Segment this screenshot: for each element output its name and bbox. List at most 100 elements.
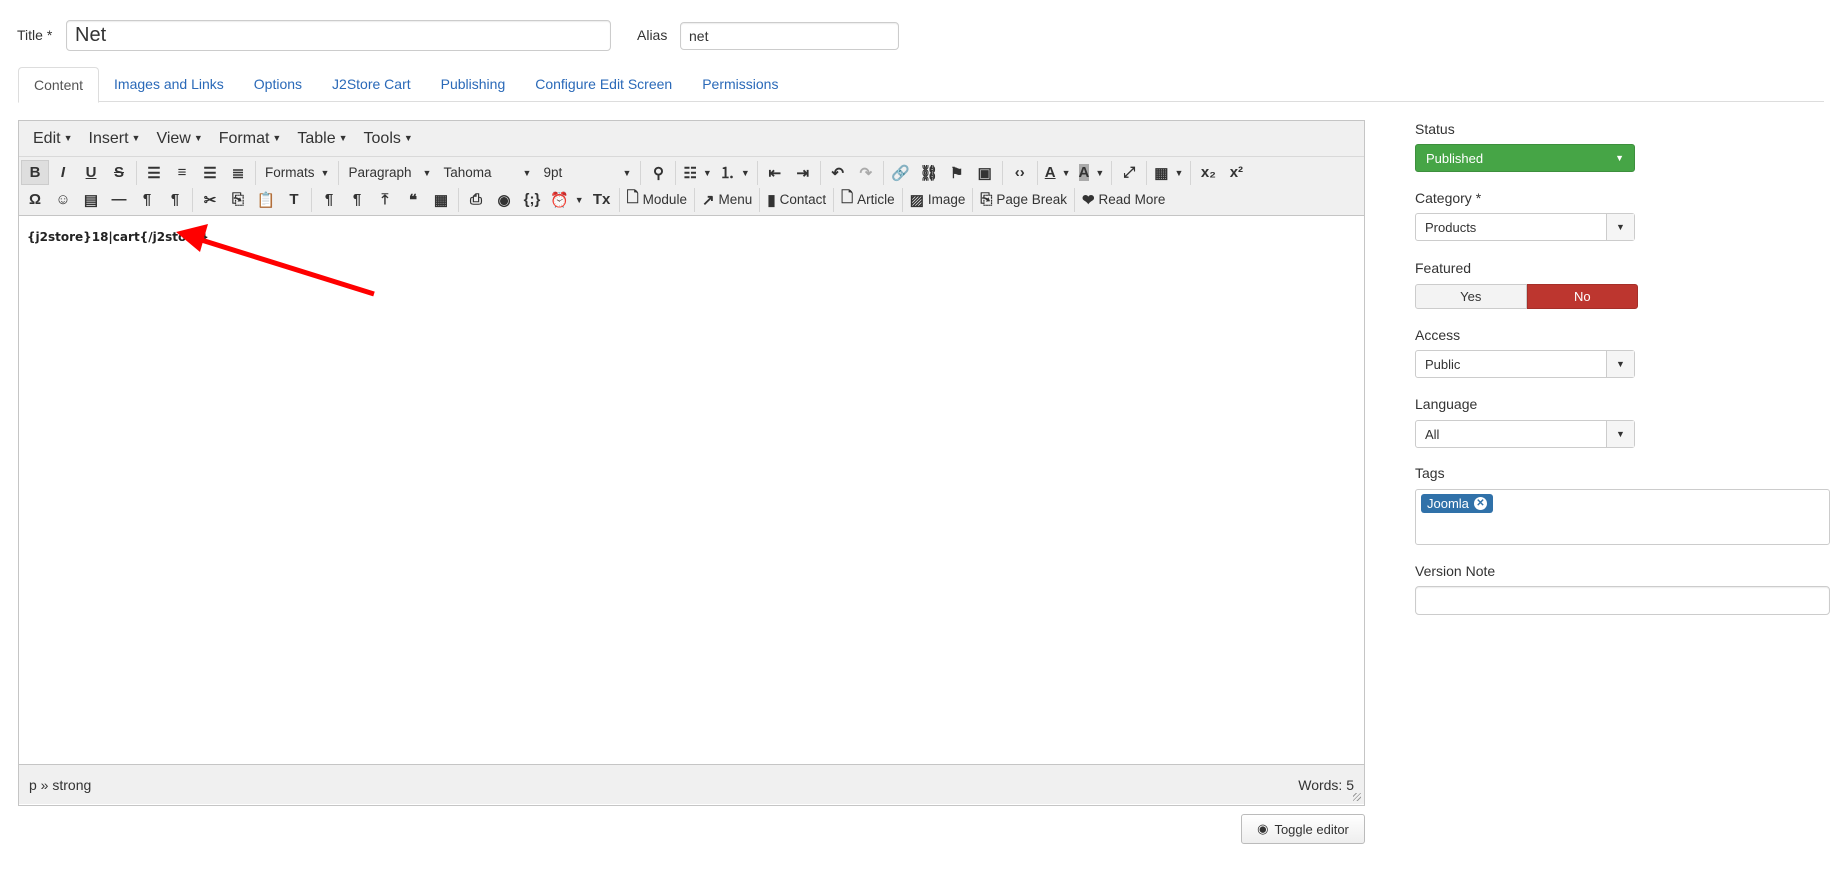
read-more-button[interactable]: ❤ Read More — [1078, 187, 1169, 212]
undo-button[interactable]: ↶ — [824, 160, 852, 185]
tab-publishing[interactable]: Publishing — [426, 67, 521, 102]
caret-down-icon[interactable]: ▼ — [1606, 214, 1634, 240]
menu-tools[interactable]: Tools ▼ — [356, 130, 421, 148]
preview-button[interactable]: ◉ — [490, 187, 518, 212]
clear-formatting-icon: Tx — [592, 191, 611, 208]
editor-menubar: Edit ▼ Insert ▼ View ▼ Format ▼ Table ▼ Tools… — [19, 121, 1364, 157]
underline-button[interactable]: U — [77, 160, 105, 185]
font-family-select[interactable]: Tahoma ▼ — [437, 160, 537, 185]
image-button-button[interactable]: ▨ Image — [906, 187, 970, 212]
tab-configure-edit-screen[interactable]: Configure Edit Screen — [520, 67, 687, 102]
show-blocks-button[interactable]: ¶ — [343, 187, 371, 212]
version-note-input[interactable] — [1415, 586, 1830, 615]
button-label: Contact — [779, 192, 827, 207]
show-invisible-button[interactable]: ¶ — [315, 187, 343, 212]
toggle-editor-button[interactable]: ◉ Toggle editor — [1241, 814, 1365, 844]
horizontal-rule-button[interactable]: — — [105, 187, 133, 212]
arrow-head — [176, 224, 208, 252]
media-button[interactable]: ▤ — [77, 187, 105, 212]
page-break-button[interactable]: ⎘ Page Break — [976, 187, 1071, 212]
caret-down-icon[interactable]: ▼ — [1606, 421, 1634, 447]
anchor-button[interactable]: ⚑ — [943, 160, 971, 185]
menu-edit[interactable]: Edit ▼ — [25, 130, 81, 148]
find-replace-button[interactable]: ⚲ — [644, 160, 672, 185]
align-left-button[interactable]: ☰ — [140, 160, 168, 185]
tab-images-and-links[interactable]: Images and Links — [99, 67, 239, 102]
resize-handle[interactable] — [1353, 793, 1361, 801]
upload-icon: ⤒ — [381, 191, 389, 208]
right-to-left-button[interactable]: ¶ — [161, 187, 189, 212]
bullet-list-button[interactable]: ☷ ▼ — [679, 160, 715, 185]
block-format-select[interactable]: Paragraph ▼ — [342, 160, 437, 185]
special-character-button[interactable]: Ω — [21, 187, 49, 212]
caret-down-icon: ▼ — [131, 133, 141, 144]
tab-j2store-cart[interactable]: J2Store Cart — [317, 67, 426, 102]
text-color-button[interactable]: A ▼ — [1041, 160, 1075, 185]
upload-button[interactable]: ⤒ — [371, 187, 399, 212]
toolbar-separator — [819, 160, 821, 185]
status-select[interactable]: Published ▼ — [1415, 144, 1635, 172]
tab-permissions[interactable]: Permissions — [687, 67, 793, 102]
outdent-button[interactable]: ⇤ — [761, 160, 789, 185]
bold-button[interactable]: B — [21, 160, 49, 185]
font-size-select[interactable]: 9pt ▼ — [537, 160, 637, 185]
background-color-button[interactable]: A ▼ — [1075, 160, 1109, 185]
template-button[interactable]: ▦ — [427, 187, 455, 212]
fullscreen-button[interactable]: ⤢ — [1115, 160, 1143, 185]
paste-button[interactable]: 📋 — [252, 187, 280, 212]
code-sample-button[interactable]: {;} — [518, 187, 546, 212]
link-button[interactable]: 🔗 — [887, 160, 915, 185]
element-path[interactable]: p » strong — [29, 777, 91, 793]
button-label: Image — [927, 192, 966, 207]
language-select[interactable]: All ▼ — [1415, 420, 1635, 448]
featured-no-button[interactable]: No — [1526, 284, 1638, 309]
language-value: All — [1425, 426, 1440, 442]
copy-button[interactable]: ⎘ — [224, 187, 252, 212]
toolbar-separator — [675, 160, 677, 185]
tab-options[interactable]: Options — [239, 67, 317, 102]
alias-input[interactable]: net — [680, 22, 899, 50]
image-button[interactable]: ▣ — [971, 160, 999, 185]
tags-input[interactable]: Joomla ✕ — [1415, 489, 1830, 545]
menu-view[interactable]: View ▼ — [148, 130, 210, 148]
redo-button[interactable]: ↷ — [852, 160, 880, 185]
title-input[interactable]: Net — [66, 20, 611, 51]
tab-content[interactable]: Content — [18, 67, 100, 103]
strikethrough-button[interactable]: S — [105, 160, 133, 185]
align-justify-button[interactable]: ≣ — [224, 160, 252, 185]
clear-formatting-button[interactable]: Tx — [588, 187, 616, 212]
remove-tag-icon[interactable]: ✕ — [1473, 497, 1487, 510]
cut-button[interactable]: ✂ — [196, 187, 224, 212]
source-code-button[interactable]: ‹› — [1006, 160, 1034, 185]
featured-yes-button[interactable]: Yes — [1415, 284, 1527, 309]
blockquote-button[interactable]: ❝ — [399, 187, 427, 212]
contact-button[interactable]: ▮ Contact — [763, 187, 830, 212]
toolbar-separator — [1073, 187, 1075, 212]
category-select[interactable]: Products ▼ — [1415, 213, 1635, 241]
caret-down-icon[interactable]: ▼ — [1606, 351, 1634, 377]
indent-button[interactable]: ⇥ — [789, 160, 817, 185]
menu-format[interactable]: Format ▼ — [211, 130, 290, 148]
numbered-list-button[interactable]: ⒈ ▼ — [716, 160, 754, 185]
emoticons-button[interactable]: ☺ — [49, 187, 77, 212]
superscript-button[interactable]: x² — [1222, 160, 1250, 185]
insert-datetime-button[interactable]: ⏰ ▼ — [546, 187, 588, 212]
align-right-button[interactable]: ☰ — [196, 160, 224, 185]
menu-table[interactable]: Table ▼ — [289, 130, 355, 148]
unlink-button[interactable]: ⛓ — [915, 160, 943, 185]
italic-icon: I — [60, 164, 66, 181]
menu-label: Tools — [363, 129, 401, 147]
left-to-right-button[interactable]: ¶ — [133, 187, 161, 212]
access-select[interactable]: Public ▼ — [1415, 350, 1635, 378]
table-button[interactable]: ▦ ▼ — [1150, 160, 1187, 185]
align-center-button[interactable]: ≡ — [168, 160, 196, 185]
print-button[interactable]: ⎙ — [462, 187, 490, 212]
italic-button[interactable]: I — [49, 160, 77, 185]
paste-text-button[interactable]: T — [280, 187, 308, 212]
module-button[interactable]: 🗋 Module — [623, 187, 691, 212]
subscript-button[interactable]: x₂ — [1194, 160, 1222, 185]
article-button[interactable]: 🗋 Article — [837, 187, 899, 212]
formats-dropdown[interactable]: Formats ▼ — [259, 160, 335, 185]
menu-button[interactable]: ↗ Menu — [698, 187, 756, 212]
menu-insert[interactable]: Insert ▼ — [81, 130, 149, 148]
